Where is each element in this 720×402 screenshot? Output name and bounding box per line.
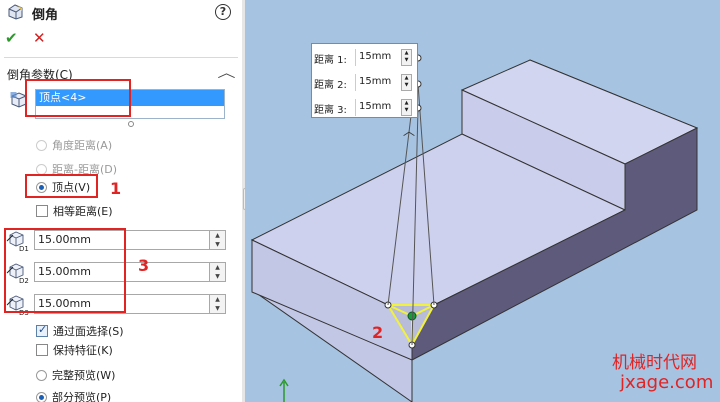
callout-spinner[interactable]: ▲ ▼: [401, 49, 412, 66]
checkbox[interactable]: [36, 205, 48, 217]
annotation-number-3: 3: [138, 256, 150, 275]
callout-label: 距离 3:: [314, 105, 347, 116]
panel-header: 倒角 ?: [0, 0, 242, 24]
chamfer-feature-icon: [8, 4, 23, 20]
watermark-cn: 机械时代网: [612, 353, 697, 373]
radio-label: 角度距离(A): [52, 139, 113, 152]
highlight-box-selection: [25, 79, 131, 117]
callout-spinner[interactable]: ▲ ▼: [401, 99, 412, 116]
callout-value-input[interactable]: 15mm: [355, 99, 400, 116]
vertex-marker: [407, 311, 417, 321]
watermark-url: jxage.com: [620, 372, 714, 393]
callout-value-input[interactable]: 15mm: [355, 49, 400, 66]
callout-label: 距离 1:: [314, 55, 347, 66]
panel-title: 倒角: [32, 8, 59, 23]
checkbox-label: 通过面选择(S): [53, 325, 124, 338]
radio-angle-distance[interactable]: 角度距离(A): [36, 137, 112, 153]
checkbox[interactable]: [36, 323, 48, 337]
annotation-number-1: 1: [110, 179, 122, 198]
radio-partial-preview[interactable]: 部分预览(P): [36, 389, 111, 402]
property-manager-panel: 倒角 ? ✔ ✕ 倒角参数(C) ︿ 顶点<4> 角度距离(A) 距离-距离(D…: [0, 0, 242, 402]
distance-d3-spinner[interactable]: ▲ ▼: [210, 294, 226, 314]
svg-text:︿: ︿: [403, 124, 415, 138]
callout-value-input[interactable]: 15mm: [355, 74, 400, 91]
radio-button[interactable]: [36, 139, 47, 151]
cancel-x-icon[interactable]: ✕: [33, 29, 46, 47]
checkbox-select-through-faces[interactable]: 通过面选择(S): [36, 323, 124, 339]
distance-d2-spinner[interactable]: ▲ ▼: [210, 262, 226, 282]
annotation-number-2: 2: [372, 323, 384, 342]
highlight-box-vertex-option: [25, 174, 98, 198]
radio-label: 部分预览(P): [52, 391, 112, 402]
checkbox-label: 保持特征(K): [53, 344, 113, 357]
ok-check-icon[interactable]: ✔: [5, 29, 18, 47]
checkbox-keep-features[interactable]: 保持特征(K): [36, 342, 113, 358]
highlight-box-distances: [4, 228, 126, 313]
divider: [4, 57, 238, 58]
checkbox[interactable]: [36, 344, 48, 356]
radio-button[interactable]: [36, 391, 47, 402]
callout-row-distance-1: 距离 1: 15mm ▲ ▼: [312, 46, 419, 68]
radio-label: 完整预览(W): [52, 369, 116, 382]
radio-full-preview[interactable]: 完整预览(W): [36, 367, 115, 383]
callout-row-distance-2: 距离 2: 15mm ▲ ▼: [312, 71, 419, 93]
radio-button[interactable]: [36, 369, 47, 381]
dimension-callout: 距离 1: 15mm ▲ ▼ 距离 2: 15mm ▲ ▼ 距离 3: 15mm ▲…: [311, 43, 418, 118]
callout-spinner[interactable]: ▲ ▼: [401, 74, 412, 91]
collapse-chevron-icon[interactable]: ︿: [217, 62, 235, 81]
checkbox-equal-distance[interactable]: 相等距离(E): [36, 203, 113, 219]
help-icon[interactable]: ?: [215, 4, 231, 20]
distance-d1-spinner[interactable]: ▲ ▼: [210, 230, 226, 250]
checkbox-label: 相等距离(E): [53, 205, 113, 218]
callout-label: 距离 2:: [314, 80, 347, 91]
list-resize-handle[interactable]: [128, 121, 134, 127]
radio-button[interactable]: [36, 163, 47, 175]
callout-row-distance-3: 距离 3: 15mm ▲ ▼: [312, 96, 419, 118]
